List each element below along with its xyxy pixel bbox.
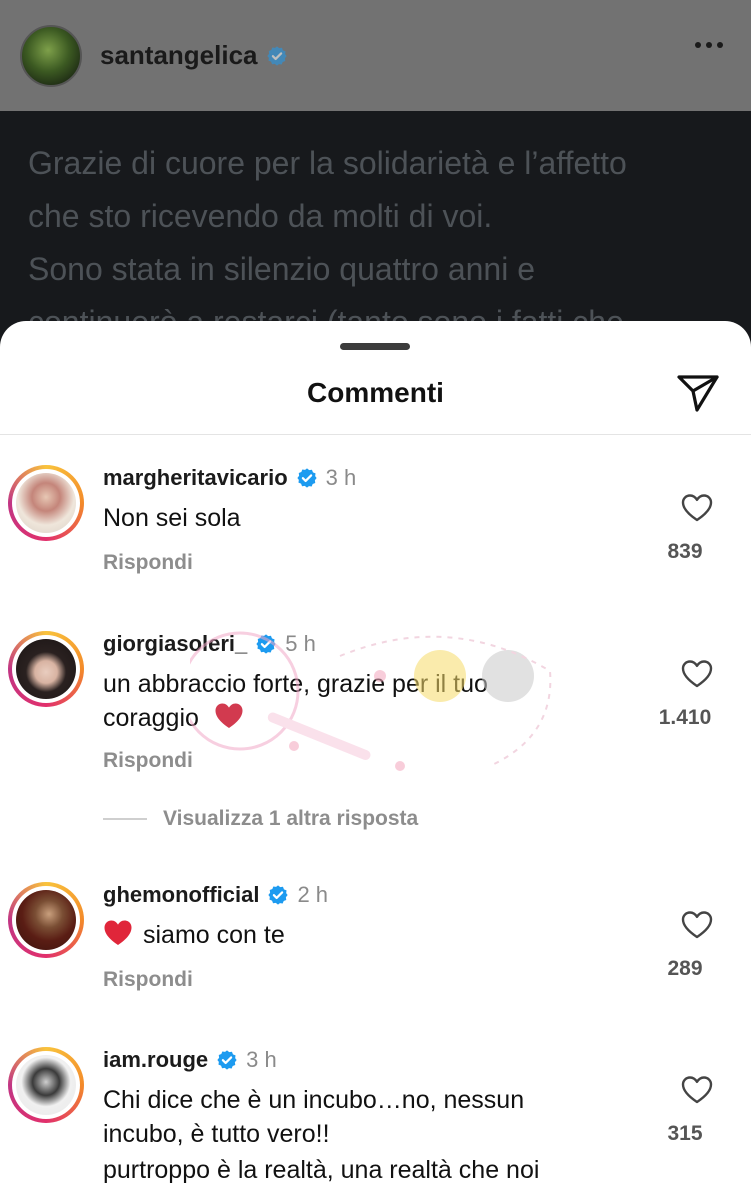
view-more-replies-label: Visualizza 1 altra risposta [163, 807, 419, 830]
like-count: 315 [667, 1122, 703, 1145]
comment-time: 3 h [246, 1047, 277, 1072]
sheet-title: Commenti [307, 377, 444, 408]
heart-icon[interactable] [681, 659, 713, 689]
reply-button[interactable]: Rispondi [103, 749, 193, 773]
comment-text-wrap: un abbraccio forte, grazie per il tuo co… [103, 667, 553, 735]
like-count: 289 [667, 957, 703, 980]
like-count: 839 [667, 540, 703, 563]
caption-line: che sto ricevendo da molti di voi. [28, 198, 493, 234]
verified-icon [217, 1050, 237, 1070]
avatar[interactable] [8, 1047, 84, 1123]
post-author-username[interactable]: santangelica [100, 40, 258, 71]
comment-username[interactable]: iam.rouge [103, 1047, 208, 1073]
comment-text: Non sei sola [103, 504, 241, 532]
more-options-icon[interactable] [695, 42, 723, 48]
caption-line: Grazie di cuore per la solidarietà e l’a… [28, 145, 627, 181]
comment-text-continued: purtroppo è la realtà, una realtà che no… [103, 1156, 540, 1184]
like-count: 1.410 [658, 706, 712, 729]
comment-username[interactable]: margheritavicario [103, 465, 288, 491]
avatar[interactable] [8, 631, 84, 707]
sheet-grabber-handle[interactable] [340, 343, 410, 350]
caption-line: Sono stata in silenzio quattro anni e [28, 251, 535, 287]
heart-icon[interactable] [681, 1075, 713, 1105]
post-author-avatar[interactable] [20, 24, 82, 87]
comment-text: siamo con te [143, 921, 285, 949]
comment-time: 3 h [325, 465, 357, 490]
heart-icon[interactable] [681, 493, 713, 523]
view-more-replies-button[interactable]: Visualizza 1 altra risposta [103, 807, 418, 831]
comment-text: un abbraccio forte, grazie per il tuo co… [103, 670, 488, 732]
comment-username[interactable]: ghemonofficial [103, 882, 259, 908]
share-send-icon[interactable] [675, 373, 721, 413]
comment-time: 2 h [297, 882, 329, 907]
avatar[interactable] [8, 465, 84, 541]
broken-heart-emoji-icon [215, 703, 243, 728]
comment-time: 5 h [285, 631, 316, 656]
red-heart-emoji-icon [104, 920, 132, 945]
verified-icon [297, 468, 317, 488]
post-caption: Grazie di cuore per la solidarietà e l’a… [0, 111, 751, 351]
divider [0, 434, 751, 435]
verified-icon [256, 634, 276, 654]
post-header: santangelica [0, 0, 751, 111]
avatar[interactable] [8, 882, 84, 958]
reply-button[interactable]: Rispondi [103, 551, 193, 575]
verified-icon [266, 45, 287, 66]
reply-button[interactable]: Rispondi [103, 968, 193, 992]
divider [103, 818, 147, 820]
comments-sheet: Commenti margheritavicario 3 h Non sei s… [0, 321, 751, 1200]
heart-icon[interactable] [681, 910, 713, 940]
comment-text: Chi dice che è un incubo…no, nessun incu… [103, 1086, 525, 1148]
verified-icon [268, 885, 289, 905]
comment-text-wrap: siamo con te [103, 918, 573, 952]
comment-username[interactable]: giorgiasoleri_ [103, 631, 247, 657]
